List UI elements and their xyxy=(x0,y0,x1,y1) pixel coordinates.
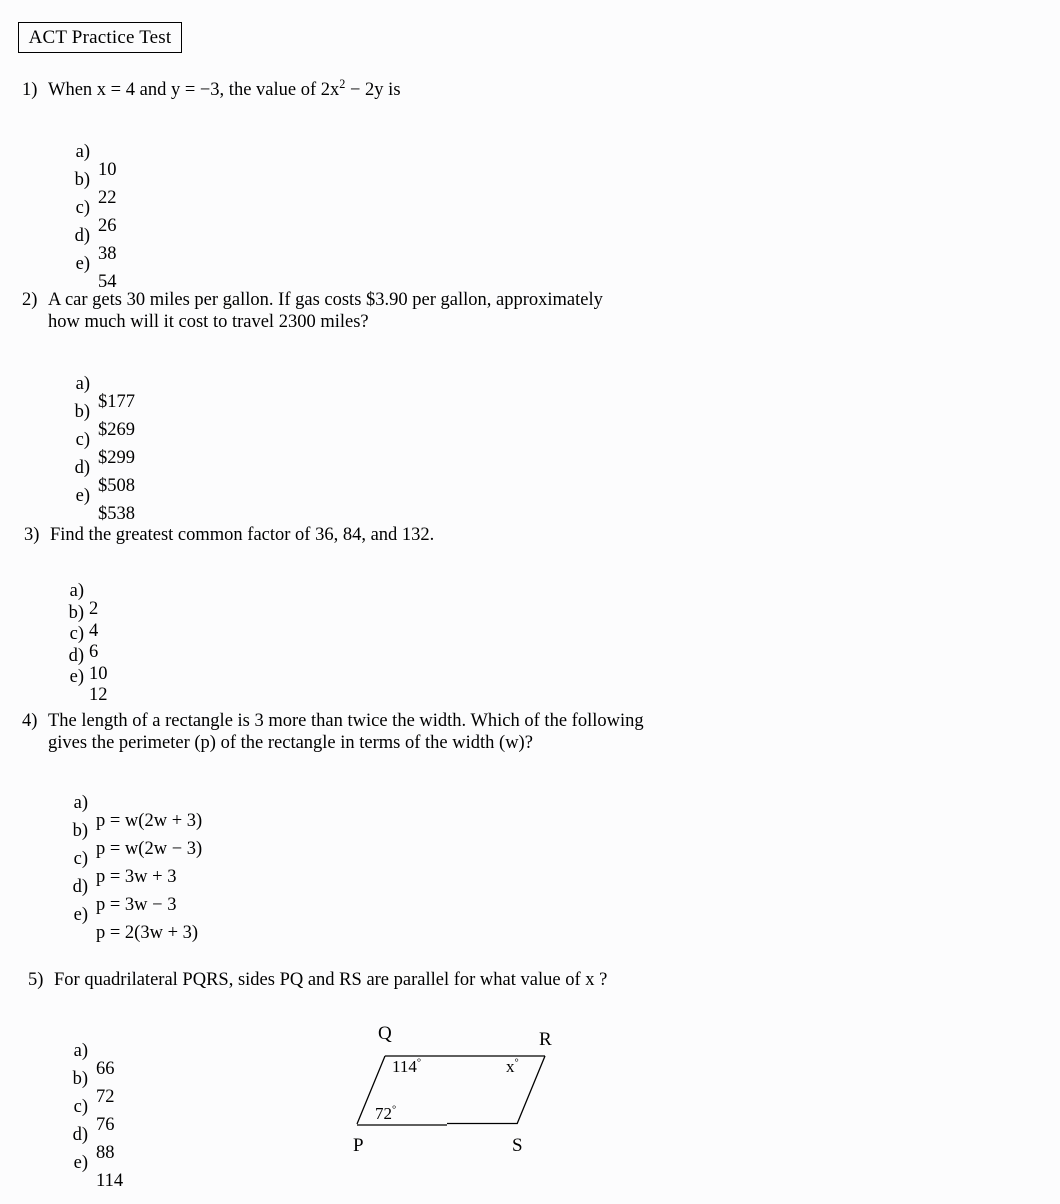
option-text: $508 xyxy=(98,476,135,496)
option-text: 10 xyxy=(98,160,117,180)
option-text: 38 xyxy=(98,244,117,264)
option-row[interactable]: b) 72 xyxy=(66,1051,115,1107)
page-title: ACT Practice Test xyxy=(28,27,172,48)
option-row[interactable]: c) 76 xyxy=(66,1079,115,1135)
question-4-options: a) p = w(2w + 3) b) p = w(2w − 3) c) p =… xyxy=(66,775,203,943)
option-text: $538 xyxy=(98,504,135,524)
option-row[interactable]: e) 114 xyxy=(66,1135,123,1191)
option-text: 88 xyxy=(96,1143,115,1163)
option-row[interactable]: a) 10 xyxy=(68,124,117,180)
angle-value-Q: 114 xyxy=(392,1057,417,1076)
option-row[interactable]: b) p = w(2w − 3) xyxy=(66,803,203,859)
option-text: p = 3w − 3 xyxy=(96,895,177,915)
option-row[interactable]: c) p = 3w + 3 xyxy=(66,831,177,887)
degree-icon: ° xyxy=(416,1057,422,1069)
option-text: 72 xyxy=(96,1087,115,1107)
question-2-stem: A car gets 30 miles per gallon. If gas c… xyxy=(48,290,603,333)
option-row[interactable]: e) $538 xyxy=(68,468,135,524)
option-row[interactable]: b) $269 xyxy=(68,384,135,440)
test-title-box: ACT Practice Test xyxy=(18,22,182,53)
option-row[interactable]: e) p = 2(3w + 3) xyxy=(66,887,198,943)
question-4-line-1: The length of a rectangle is 3 more than… xyxy=(48,711,644,731)
option-text: 26 xyxy=(98,216,117,236)
angle-value-P: 72 xyxy=(375,1104,392,1123)
worksheet-page: ACT Practice Test 1) When x = 4 and y = … xyxy=(0,0,1060,1204)
question-1-options: a) 10 b) 22 c) 26 d) 38 e) 54 xyxy=(68,124,117,292)
option-text: 12 xyxy=(89,685,108,705)
option-row[interactable]: b) 22 xyxy=(68,152,117,208)
option-text: p = 2(3w + 3) xyxy=(96,923,199,943)
option-row[interactable]: a) p = w(2w + 3) xyxy=(66,775,203,831)
question-2-number: 2) xyxy=(22,290,38,310)
question-2-line-2: how much will it cost to travel 2300 mil… xyxy=(48,311,369,332)
option-row[interactable]: d) 38 xyxy=(68,208,117,264)
option-letter: e) xyxy=(75,254,90,274)
question-1-number: 1) xyxy=(22,80,38,100)
option-letter: e) xyxy=(75,486,90,506)
question-3-stem: Find the greatest common factor of 36, 8… xyxy=(50,525,435,545)
option-text: $177 xyxy=(98,392,135,412)
option-text: 22 xyxy=(98,188,117,208)
option-text: 114 xyxy=(96,1171,124,1191)
option-row[interactable]: a) 2 xyxy=(62,563,99,619)
option-text: 76 xyxy=(96,1115,115,1135)
option-row[interactable]: c) $299 xyxy=(68,412,135,468)
option-text: 66 xyxy=(96,1059,115,1079)
option-row[interactable]: c) 6 xyxy=(62,606,99,662)
question-3-options: a) 2 b) 4 c) 6 d) 10 e) 12 xyxy=(62,563,108,705)
question-4-number: 4) xyxy=(22,711,38,731)
question-2-line-1: A car gets 30 miles per gallon. If gas c… xyxy=(48,290,603,310)
option-text: $269 xyxy=(98,420,135,440)
vertex-label-S: S xyxy=(512,1135,523,1156)
vertex-label-R: R xyxy=(539,1029,552,1050)
angle-value-R: x xyxy=(506,1057,515,1076)
option-row[interactable]: b) 4 xyxy=(62,585,99,641)
question-1-stem: When x = 4 and y = −3, the value of 2x2 … xyxy=(48,78,401,102)
option-row[interactable]: d) 88 xyxy=(66,1107,115,1163)
option-row[interactable]: e) 12 xyxy=(62,649,108,705)
option-row[interactable]: d) $508 xyxy=(68,440,135,496)
angle-label-P: 72° xyxy=(375,1105,396,1122)
segment-RS xyxy=(516,1055,546,1125)
option-row[interactable]: d) 10 xyxy=(62,628,108,684)
option-letter: e) xyxy=(69,667,84,687)
degree-icon: ° xyxy=(392,1104,397,1116)
vertex-label-P: P xyxy=(353,1135,364,1156)
option-row[interactable]: a) 66 xyxy=(66,1023,115,1079)
question-1-stem-post: − 2y is xyxy=(345,80,401,100)
question-4-line-2: gives the perimeter (p) of the rectangle… xyxy=(48,732,533,753)
degree-icon: ° xyxy=(514,1057,519,1069)
option-text: p = w(2w − 3) xyxy=(96,839,203,859)
question-1-stem-pre: When x = 4 and y = −3, the value of 2x xyxy=(48,80,340,100)
option-row[interactable]: d) p = 3w − 3 xyxy=(66,859,177,915)
question-5-stem: For quadrilateral PQRS, sides PQ and RS … xyxy=(54,970,608,990)
angle-label-Q: 114° xyxy=(392,1058,421,1075)
option-row[interactable]: a) $177 xyxy=(68,356,135,412)
question-3-number: 3) xyxy=(24,525,40,545)
option-text: p = w(2w + 3) xyxy=(96,811,203,831)
option-text: $299 xyxy=(98,448,135,468)
question-5-options: a) 66 b) 72 c) 76 d) 88 e) 114 xyxy=(66,1023,124,1191)
question-5-number: 5) xyxy=(28,970,44,990)
question-4-stem: The length of a rectangle is 3 more than… xyxy=(48,711,644,754)
option-row[interactable]: c) 26 xyxy=(68,180,117,236)
vertex-label-Q: Q xyxy=(378,1023,392,1044)
angle-label-R: x° xyxy=(506,1058,519,1075)
option-text: p = 3w + 3 xyxy=(96,867,177,887)
question-2-options: a) $177 b) $269 c) $299 d) $508 e) $538 xyxy=(68,356,135,524)
option-letter: e) xyxy=(73,1153,88,1173)
option-letter: e) xyxy=(73,905,88,925)
option-row[interactable]: e) 54 xyxy=(68,236,117,292)
parallelogram-figure: Q R P S 114° x° 72° xyxy=(330,1020,580,1170)
